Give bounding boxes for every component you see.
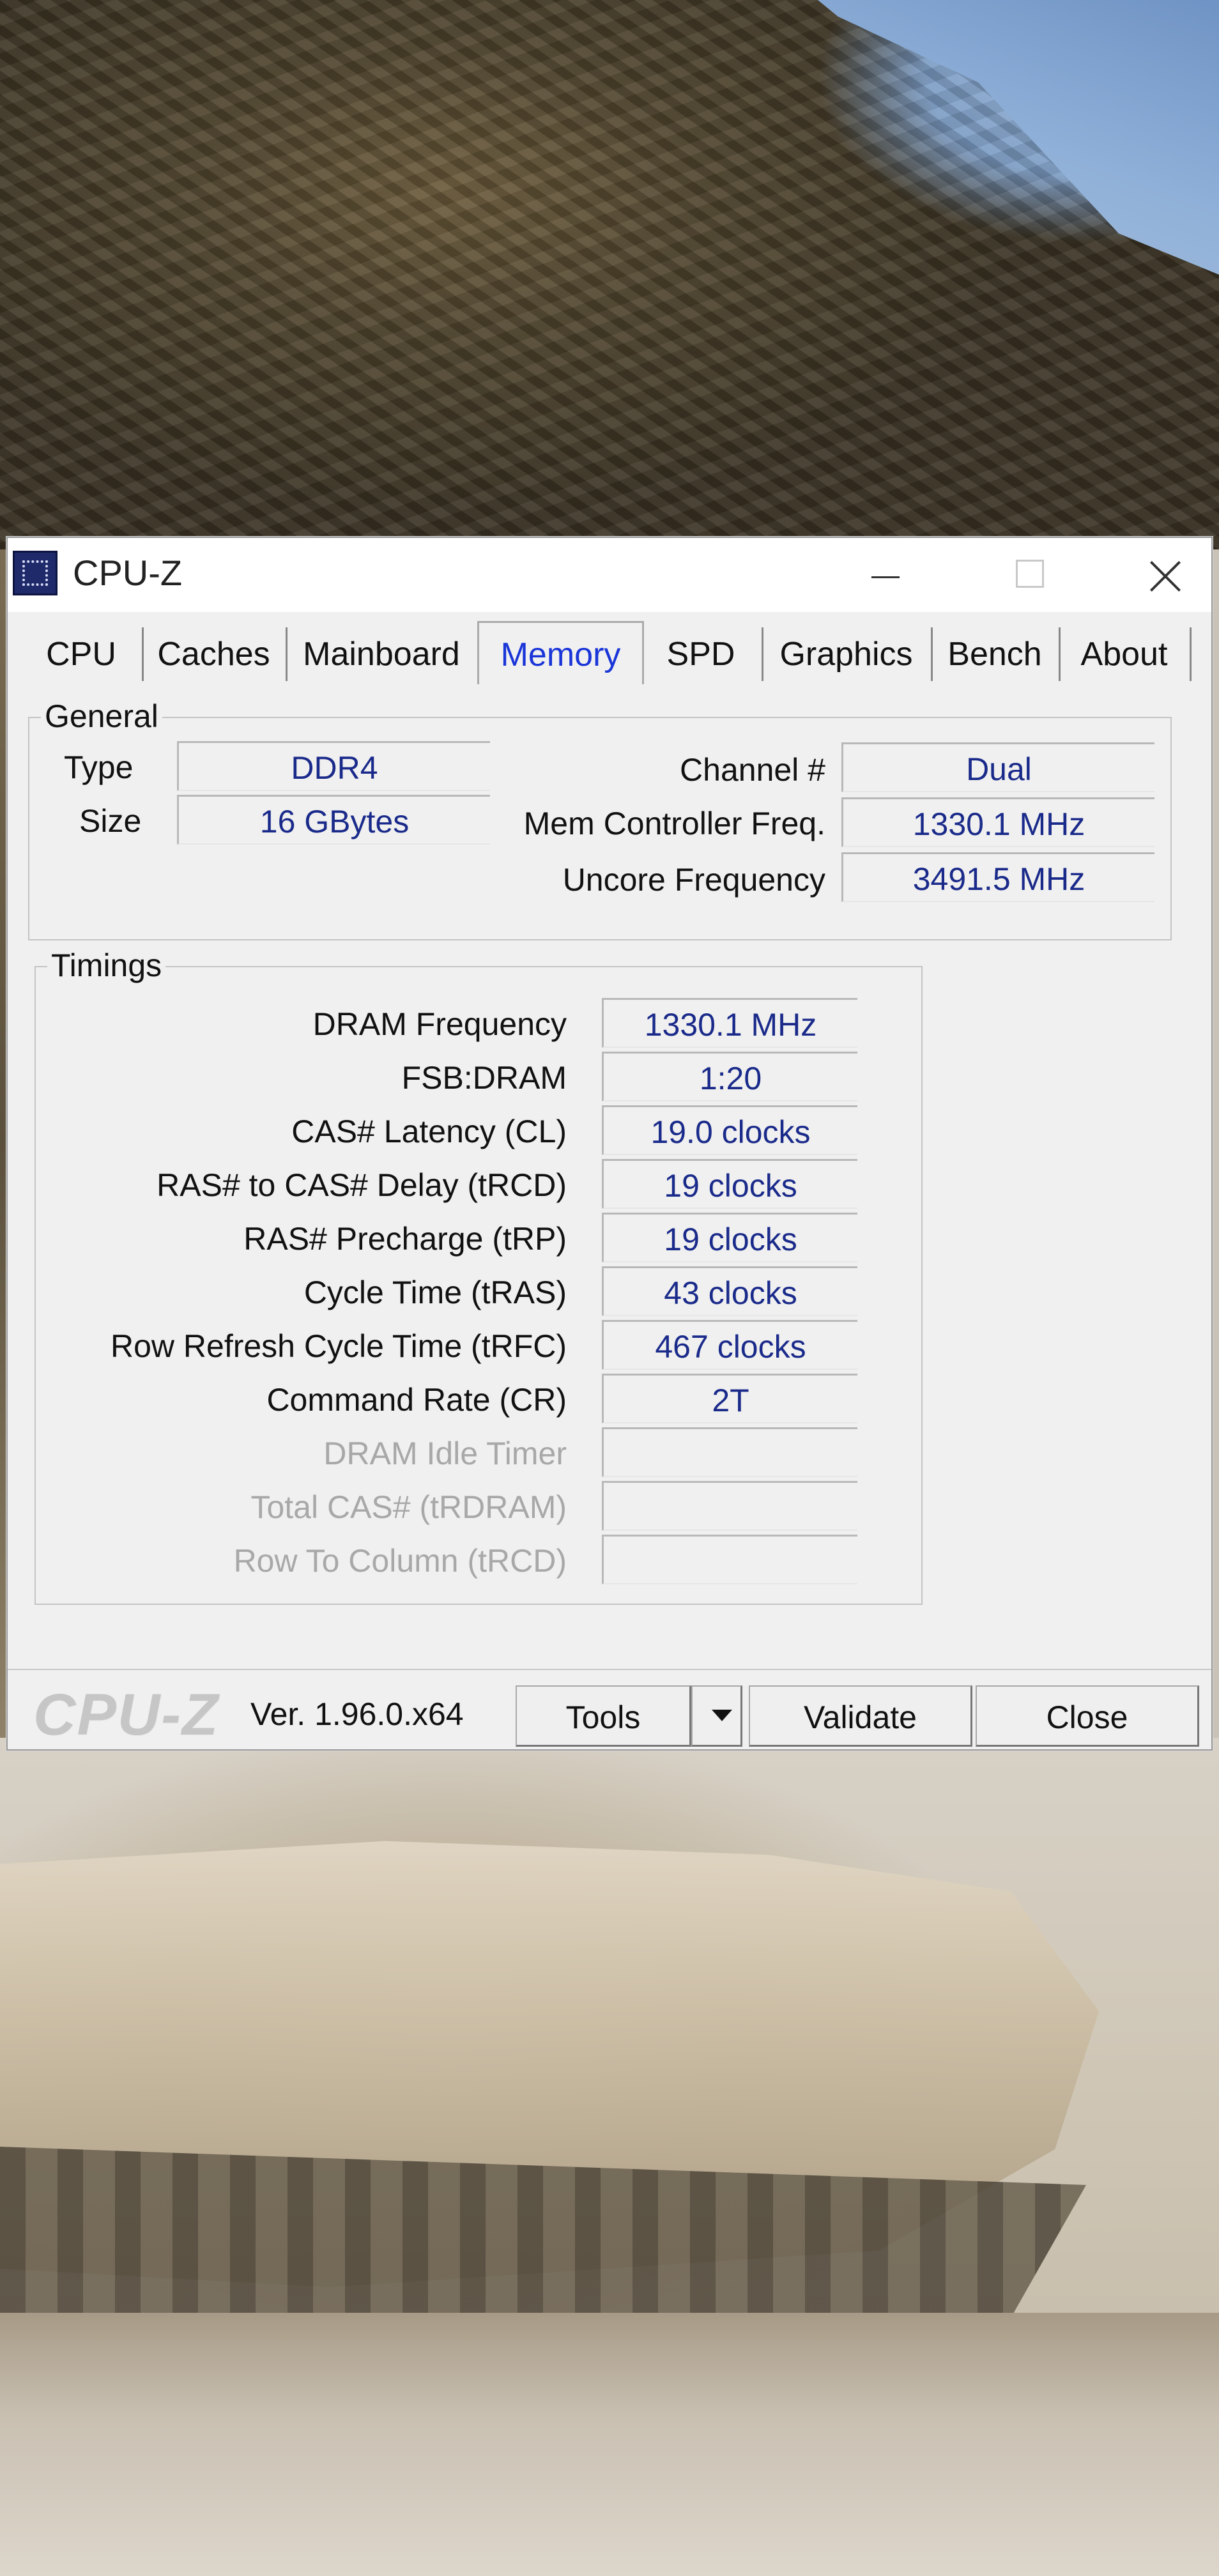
timing-value [602,1427,857,1477]
timing-label: CAS# Latency (CL) [291,1114,567,1149]
version-text: Ver. 1.96.0.x64 [250,1696,464,1732]
timing-label: RAS# to CAS# Delay (tRCD) [157,1167,567,1203]
minimize-button[interactable] [845,538,921,612]
validate-button[interactable]: Validate [749,1685,972,1747]
timings-group-title: Timings [47,947,166,984]
tab-caches[interactable]: Caches [142,627,288,681]
tab-bar: CPU Caches Mainboard Memory SPD Graphics… [20,621,1202,684]
tools-dropdown-button[interactable] [691,1685,742,1747]
timing-label: Row Refresh Cycle Time (tRFC) [111,1328,567,1364]
tab-bench[interactable]: Bench [931,627,1061,681]
timing-label: DRAM Frequency [312,1006,567,1042]
size-label: Size [79,803,142,839]
channel-value: Dual [841,742,1154,792]
channel-label: Channel # [680,752,825,788]
tab-spd[interactable]: SPD [640,627,763,681]
window-title: CPU-Z [73,553,183,593]
uncore-frequency-label: Uncore Frequency [562,862,825,898]
tab-mainboard[interactable]: Mainboard [286,627,479,681]
general-group-title: General [41,698,162,735]
timing-label: Cycle Time (tRAS) [303,1275,567,1310]
timing-value: 43 clocks [602,1266,857,1316]
wallpaper-ground [0,2313,1219,2576]
timing-value: 1330.1 MHz [602,998,857,1048]
close-window-button[interactable] [1126,538,1202,612]
timing-value: 1:20 [602,1052,857,1101]
cpuz-logo: CPU-Z [33,1682,220,1747]
timing-label: DRAM Idle Timer [323,1436,567,1471]
timing-value: 467 clocks [602,1320,857,1370]
timing-label: RAS# Precharge (tRP) [243,1221,567,1257]
size-value: 16 GBytes [177,795,490,845]
timing-value: 19.0 clocks [602,1105,857,1155]
type-value: DDR4 [177,741,490,791]
title-bar[interactable]: CPU-Z [8,538,1211,612]
mem-controller-freq-value: 1330.1 MHz [841,797,1154,847]
chevron-down-icon [712,1710,732,1721]
timing-value [602,1481,857,1531]
timing-value: 19 clocks [602,1159,857,1209]
tab-graphics[interactable]: Graphics [762,627,933,681]
timing-label: FSB:DRAM [401,1060,567,1096]
timing-value: 2T [602,1374,857,1423]
tools-button[interactable]: Tools [516,1685,691,1747]
timing-value: 19 clocks [602,1213,857,1262]
cpuz-window: CPU-Z CPU Caches Mainboard Memory SPD Gr… [6,537,1213,1751]
tab-about[interactable]: About [1059,627,1192,681]
mem-controller-freq-label: Mem Controller Freq. [523,806,825,841]
maximize-button[interactable] [992,538,1068,612]
cpuz-app-icon[interactable] [13,551,57,595]
timing-label: Total CAS# (tRDRAM) [250,1489,567,1525]
uncore-frequency-value: 3491.5 MHz [841,852,1154,902]
close-button[interactable]: Close [976,1685,1199,1747]
bottom-bar: CPU-Z Ver. 1.96.0.x64 Tools Validate Clo… [8,1669,1211,1753]
type-label: Type [64,749,134,785]
tab-memory[interactable]: Memory [477,621,644,684]
timing-label: Row To Column (tRCD) [233,1543,567,1579]
tab-cpu[interactable]: CPU [20,627,144,681]
timing-value [602,1535,857,1584]
timing-label: Command Rate (CR) [266,1382,567,1418]
